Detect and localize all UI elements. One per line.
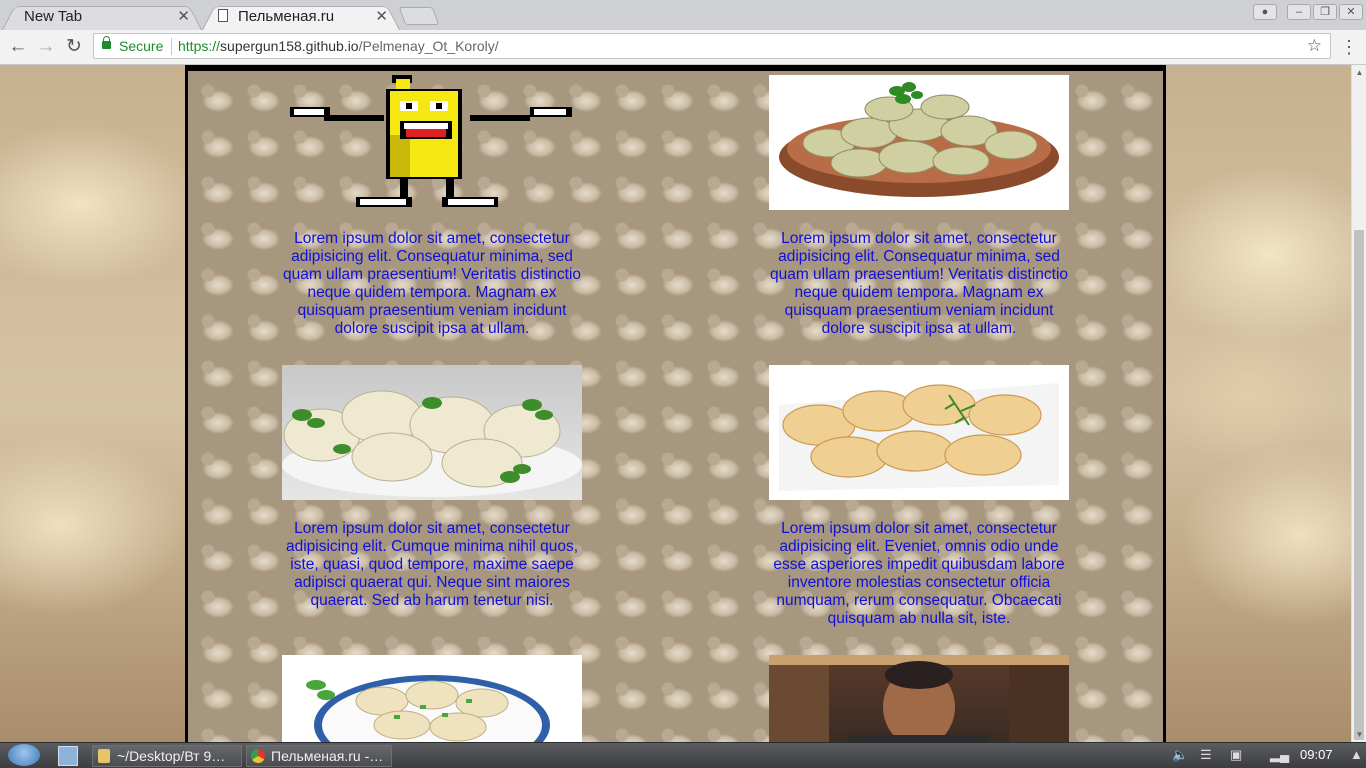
scroll-up-icon[interactable]: ▲ <box>1352 65 1366 80</box>
notification-icon[interactable]: ▲ <box>1350 747 1363 762</box>
dumplings-in-clay-bowl <box>769 75 1069 210</box>
grid-cell: Lorem ipsum dolor sit amet, consectetur … <box>282 365 582 610</box>
grid-cell: Lorem ipsum dolor sit amet, consectetur … <box>769 75 1069 338</box>
profile-icon[interactable]: ● <box>1253 4 1277 20</box>
bookmark-star-icon[interactable]: ☆ <box>1307 36 1322 56</box>
window-close-icon[interactable]: ✕ <box>1339 4 1363 20</box>
new-tab-button[interactable] <box>398 7 440 25</box>
browser-toolbar: ← → ↻ Secure https://supergun158.github.… <box>0 30 1366 65</box>
minimize-icon[interactable]: – <box>1287 4 1311 20</box>
scroll-thumb[interactable] <box>1354 230 1364 740</box>
file-manager-icon[interactable] <box>58 746 78 766</box>
page-icon <box>218 9 228 22</box>
taskbar-item-label: Пельменая.ru -… <box>271 748 384 764</box>
taskbar-item-terminal[interactable]: ~/Desktop/Вт 9… <box>92 745 242 767</box>
signal-icon[interactable]: ▂▄ <box>1270 747 1289 763</box>
taskbar-item-label: ~/Desktop/Вт 9… <box>117 748 226 764</box>
page-scrollbar[interactable]: ▲ ▼ <box>1351 65 1366 742</box>
lock-icon <box>102 36 111 49</box>
cell-caption: Lorem ipsum dolor sit amet, consectetur … <box>285 520 579 609</box>
grid-cell <box>282 655 582 742</box>
cell-caption: Lorem ipsum dolor sit amet, consectetur … <box>282 230 582 337</box>
dancing-banana-icon <box>282 75 582 210</box>
pelmeni-with-dill <box>769 365 1069 500</box>
address-bar[interactable]: Secure https://supergun158.github.io/Pel… <box>93 33 1331 59</box>
tab-pelmenaya[interactable]: Пельменая.ru ✕ <box>202 2 400 31</box>
volume-icon[interactable]: 🔈 <box>1172 747 1188 763</box>
display-icon[interactable]: ▣ <box>1230 747 1242 763</box>
menu-icon[interactable]: ⋮ <box>1340 35 1358 59</box>
scroll-down-icon[interactable]: ▼ <box>1352 727 1366 742</box>
grid-cell: Lorem ipsum dolor sit amet, consectetur … <box>282 75 582 338</box>
start-menu-icon[interactable] <box>8 744 40 766</box>
screen: New Tab ✕ Пельменая.ru ✕ ● – ❐ ✕ ← → ↻ S… <box>0 0 1366 768</box>
url-text: https://supergun158.github.io/Pelmenay_O… <box>178 38 499 54</box>
chrome-icon <box>251 749 265 763</box>
pelmeni-with-green-onion <box>282 655 582 742</box>
grid-cell <box>769 655 1069 742</box>
tab-strip: New Tab ✕ Пельменая.ru ✕ ● – ❐ ✕ <box>0 0 1366 31</box>
tab-title: New Tab <box>24 8 83 25</box>
khinkali-with-parsley <box>282 365 582 500</box>
cell-caption: Lorem ipsum dolor sit amet, consectetur … <box>773 520 1065 627</box>
reload-icon[interactable]: ↻ <box>62 35 86 59</box>
network-icon[interactable]: ☰ <box>1200 747 1212 763</box>
content-grid: Lorem ipsum dolor sit amet, consectetur … <box>185 65 1166 742</box>
man-photo <box>769 655 1069 742</box>
clock[interactable]: 09:07 <box>1300 747 1333 762</box>
back-icon[interactable]: ← <box>6 35 30 59</box>
taskbar-item-browser[interactable]: Пельменая.ru -… <box>246 745 392 767</box>
tab-new-tab[interactable]: New Tab ✕ <box>2 2 202 31</box>
forward-icon[interactable]: → <box>34 35 58 59</box>
tab-close-icon[interactable]: ✕ <box>375 7 388 25</box>
grid-cell: Lorem ipsum dolor sit amet, consectetur … <box>769 365 1069 628</box>
cell-caption: Lorem ipsum dolor sit amet, consectetur … <box>769 230 1069 337</box>
editor-icon <box>98 749 110 763</box>
tab-close-icon[interactable]: ✕ <box>177 7 190 25</box>
tab-title: Пельменая.ru <box>238 8 335 25</box>
secure-label: Secure <box>119 38 164 54</box>
maximize-icon[interactable]: ❐ <box>1313 4 1337 20</box>
os-taskbar: ~/Desktop/Вт 9… Пельменая.ru -… 🔈 ☰ ▣ ▂▄… <box>0 742 1366 768</box>
page-viewport: Lorem ipsum dolor sit amet, consectetur … <box>0 65 1351 742</box>
